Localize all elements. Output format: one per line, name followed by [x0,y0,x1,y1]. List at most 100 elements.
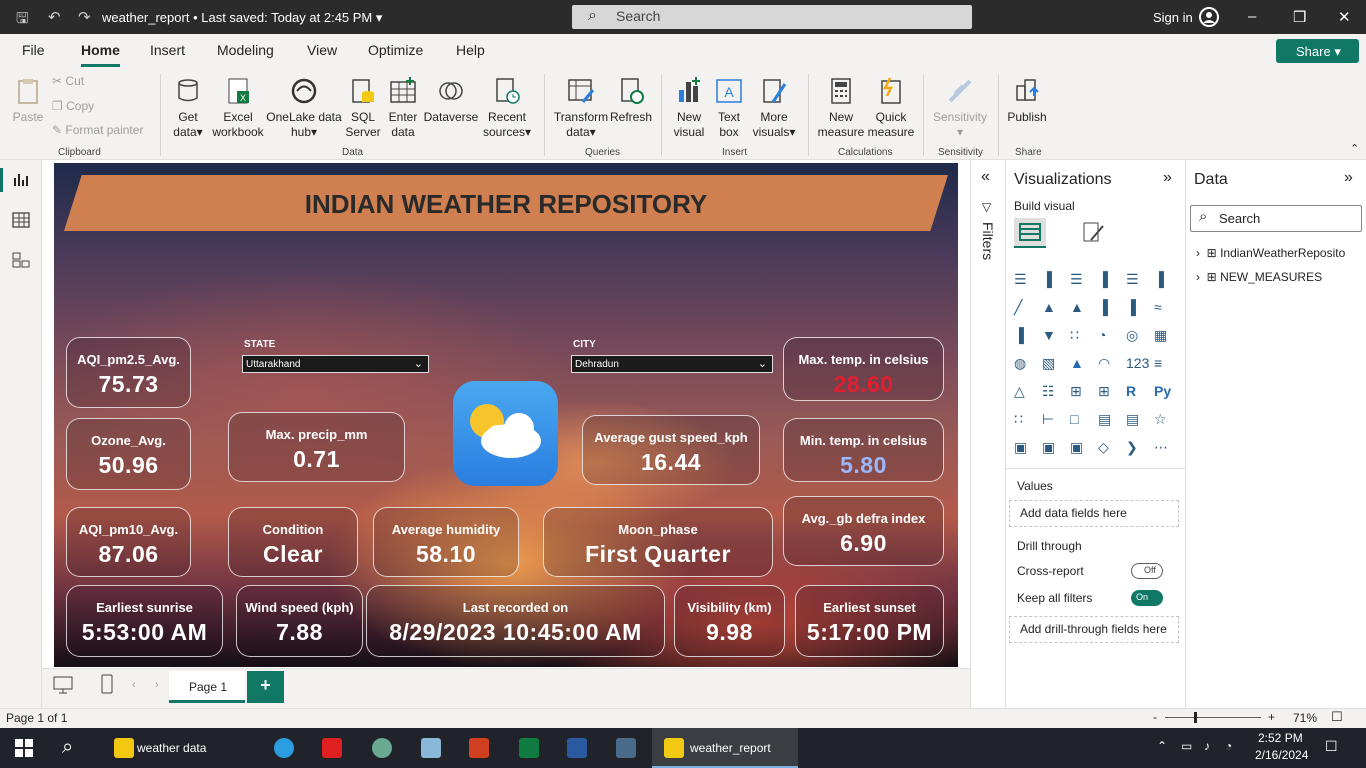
enter-data-button[interactable]: Enter data [385,76,421,140]
menu-home[interactable]: Home [81,42,120,58]
arcgis-visual-icon[interactable]: ▣ [1070,439,1090,459]
more-visuals-button[interactable]: More visuals▾ [748,76,800,140]
card-max-temp[interactable]: Max. temp. in celsius 28.60 [783,337,944,401]
table-item-measures[interactable]: › ⊞ NEW_MEASURES [1196,270,1322,284]
menu-insert[interactable]: Insert [150,42,185,58]
account-icon[interactable] [1199,7,1219,27]
chatgpt-icon[interactable] [372,738,392,758]
menu-help[interactable]: Help [456,42,485,58]
file-name[interactable]: weather_report • Last saved: Today at 2:… [102,10,382,26]
card-aqi-pm25[interactable]: AQI_pm2.5_Avg. 75.73 [66,337,191,408]
scatter-visual-icon[interactable]: ∷ [1070,327,1090,347]
word-icon[interactable] [567,738,587,758]
redo-icon[interactable]: ↷ [78,8,91,26]
dataverse-button[interactable]: Dataverse [423,76,479,125]
azure-map-visual-icon[interactable]: ▲ [1070,355,1090,375]
new-visual-button[interactable]: New visual [670,76,708,140]
card-wind-speed[interactable]: Wind speed (kph) 7.88 [236,585,363,657]
card-max-precip[interactable]: Max. precip_mm 0.71 [228,412,405,482]
python-visual-visual-icon[interactable]: Py [1154,383,1174,403]
state-slicer-dropdown[interactable]: Uttarakhand ⌄ [242,355,429,373]
format-painter-button[interactable]: ✎ Format painter [52,123,143,138]
r-visual-visual-icon[interactable]: R [1126,383,1146,403]
fit-to-page-icon[interactable]: ☐ [1331,709,1343,725]
card-visual-icon[interactable]: 123 [1126,355,1149,375]
100-bar-visual-icon[interactable]: ☰ [1126,271,1146,291]
mobile-layout-icon[interactable] [100,674,114,694]
collapse-viz-icon[interactable]: » [1163,169,1172,187]
publish-button[interactable]: Publish [1006,76,1048,125]
card-earliest-sunrise[interactable]: Earliest sunrise 5:53:00 AM [66,585,223,657]
menu-file[interactable]: File [22,42,45,58]
build-visual-tab[interactable] [1014,218,1046,248]
menu-modeling[interactable]: Modeling [217,42,274,58]
paste-button[interactable]: Paste [10,76,46,125]
filters-label[interactable]: Filters [980,222,996,260]
pie-visual-icon[interactable]: ◔ [1098,327,1118,347]
report-view-icon[interactable] [11,170,31,190]
quick-measure-button[interactable]: Quick measure [866,76,916,140]
stacked-bar-visual-icon[interactable]: ☰ [1014,271,1034,291]
close-button[interactable]: ✕ [1338,8,1351,26]
kpi-visual-icon[interactable]: △ [1014,383,1034,403]
transform-data-button[interactable]: Transform data▾ [553,76,609,140]
map-visual-icon[interactable]: ◍ [1014,355,1034,375]
desktop-layout-icon[interactable] [52,675,74,695]
chevron-visual-icon[interactable]: ❯ [1126,439,1146,459]
cross-report-toggle[interactable]: Off [1131,563,1163,579]
filled-map-visual-icon[interactable]: ▧ [1042,355,1062,375]
keep-filters-toggle[interactable]: On [1131,590,1163,606]
youtube-icon[interactable] [322,738,342,758]
power-automate-visual-icon[interactable]: ▣ [1042,439,1062,459]
sql-server-button[interactable]: SQL Server [344,76,382,140]
card-ozone[interactable]: Ozone_Avg. 50.96 [66,418,191,490]
multi-row-card-visual-icon[interactable]: ≡ [1154,355,1174,375]
scroll-right-icon[interactable]: › [155,679,159,691]
search-input[interactable]: ⌕ Search [572,5,972,29]
clustered-column-visual-icon[interactable]: ▐ [1098,271,1118,291]
treemap-visual-icon[interactable]: ▦ [1154,327,1174,347]
power-apps-visual-icon[interactable]: ▣ [1014,439,1034,459]
scroll-left-icon[interactable]: ‹ [132,679,136,691]
save-icon[interactable]: 🖫 [16,8,29,33]
taskbar-folder-weather-data[interactable]: weather data [104,728,254,768]
model-view-icon[interactable] [11,250,31,270]
menu-view[interactable]: View [307,42,337,58]
show-hidden-icons[interactable]: ⌃ [1157,739,1167,753]
funnel-visual-icon[interactable]: ▼ [1042,327,1062,347]
card-condition[interactable]: Condition Clear [228,507,358,577]
collapse-ribbon-icon[interactable]: ⌃ [1350,142,1359,155]
refresh-button[interactable]: Refresh [610,76,652,125]
card-moon-phase[interactable]: Moon_phase First Quarter [543,507,773,577]
donut-visual-icon[interactable]: ◎ [1126,327,1146,347]
metrics-visual-icon[interactable]: ☆ [1154,411,1174,431]
onelake-data-hub-button[interactable]: OneLake data hub▾ [266,76,342,140]
card-last-recorded[interactable]: Last recorded on 8/29/2023 10:45:00 AM [366,585,665,657]
drill-through-drop-zone[interactable]: Add drill-through fields here [1009,616,1179,643]
sensitivity-button[interactable]: Sensitivity ▾ [930,76,990,140]
paginated-visual-icon[interactable]: ▤ [1126,411,1146,431]
collapse-data-icon[interactable]: » [1344,169,1353,187]
text-box-button[interactable]: A Text box [712,76,746,140]
values-drop-zone[interactable]: Add data fields here [1009,500,1179,527]
more-visual-icon[interactable]: ⋯ [1154,439,1174,459]
windows-start-icon[interactable] [15,739,33,757]
tableau-icon[interactable] [616,738,636,758]
format-visual-icon[interactable] [1081,220,1107,246]
stacked-area-visual-icon[interactable]: ▲ [1070,299,1090,319]
decomposition-tree-visual-icon[interactable]: ⊢ [1042,411,1062,431]
card-earliest-sunset[interactable]: Earliest sunset 5:17:00 PM [795,585,944,657]
excel-workbook-button[interactable]: X Excel workbook [210,76,266,140]
area-visual-icon[interactable]: ▲ [1042,299,1062,319]
powerpoint-icon[interactable] [469,738,489,758]
matrix-visual-icon[interactable]: ⊞ [1098,383,1118,403]
minimize-button[interactable]: – [1248,8,1256,25]
app-icon[interactable] [421,738,441,758]
waterfall-visual-icon[interactable]: ▐ [1014,327,1034,347]
data-search-input[interactable]: ⌕ Search [1190,205,1362,232]
notifications-icon[interactable]: ☐ [1325,738,1338,755]
volume-icon[interactable]: ♪ [1204,739,1210,753]
line-visual-icon[interactable]: ╱ [1014,299,1034,319]
copy-button[interactable]: ❐ Copy [52,99,94,114]
gauge-visual-icon[interactable]: ◠ [1098,355,1118,375]
